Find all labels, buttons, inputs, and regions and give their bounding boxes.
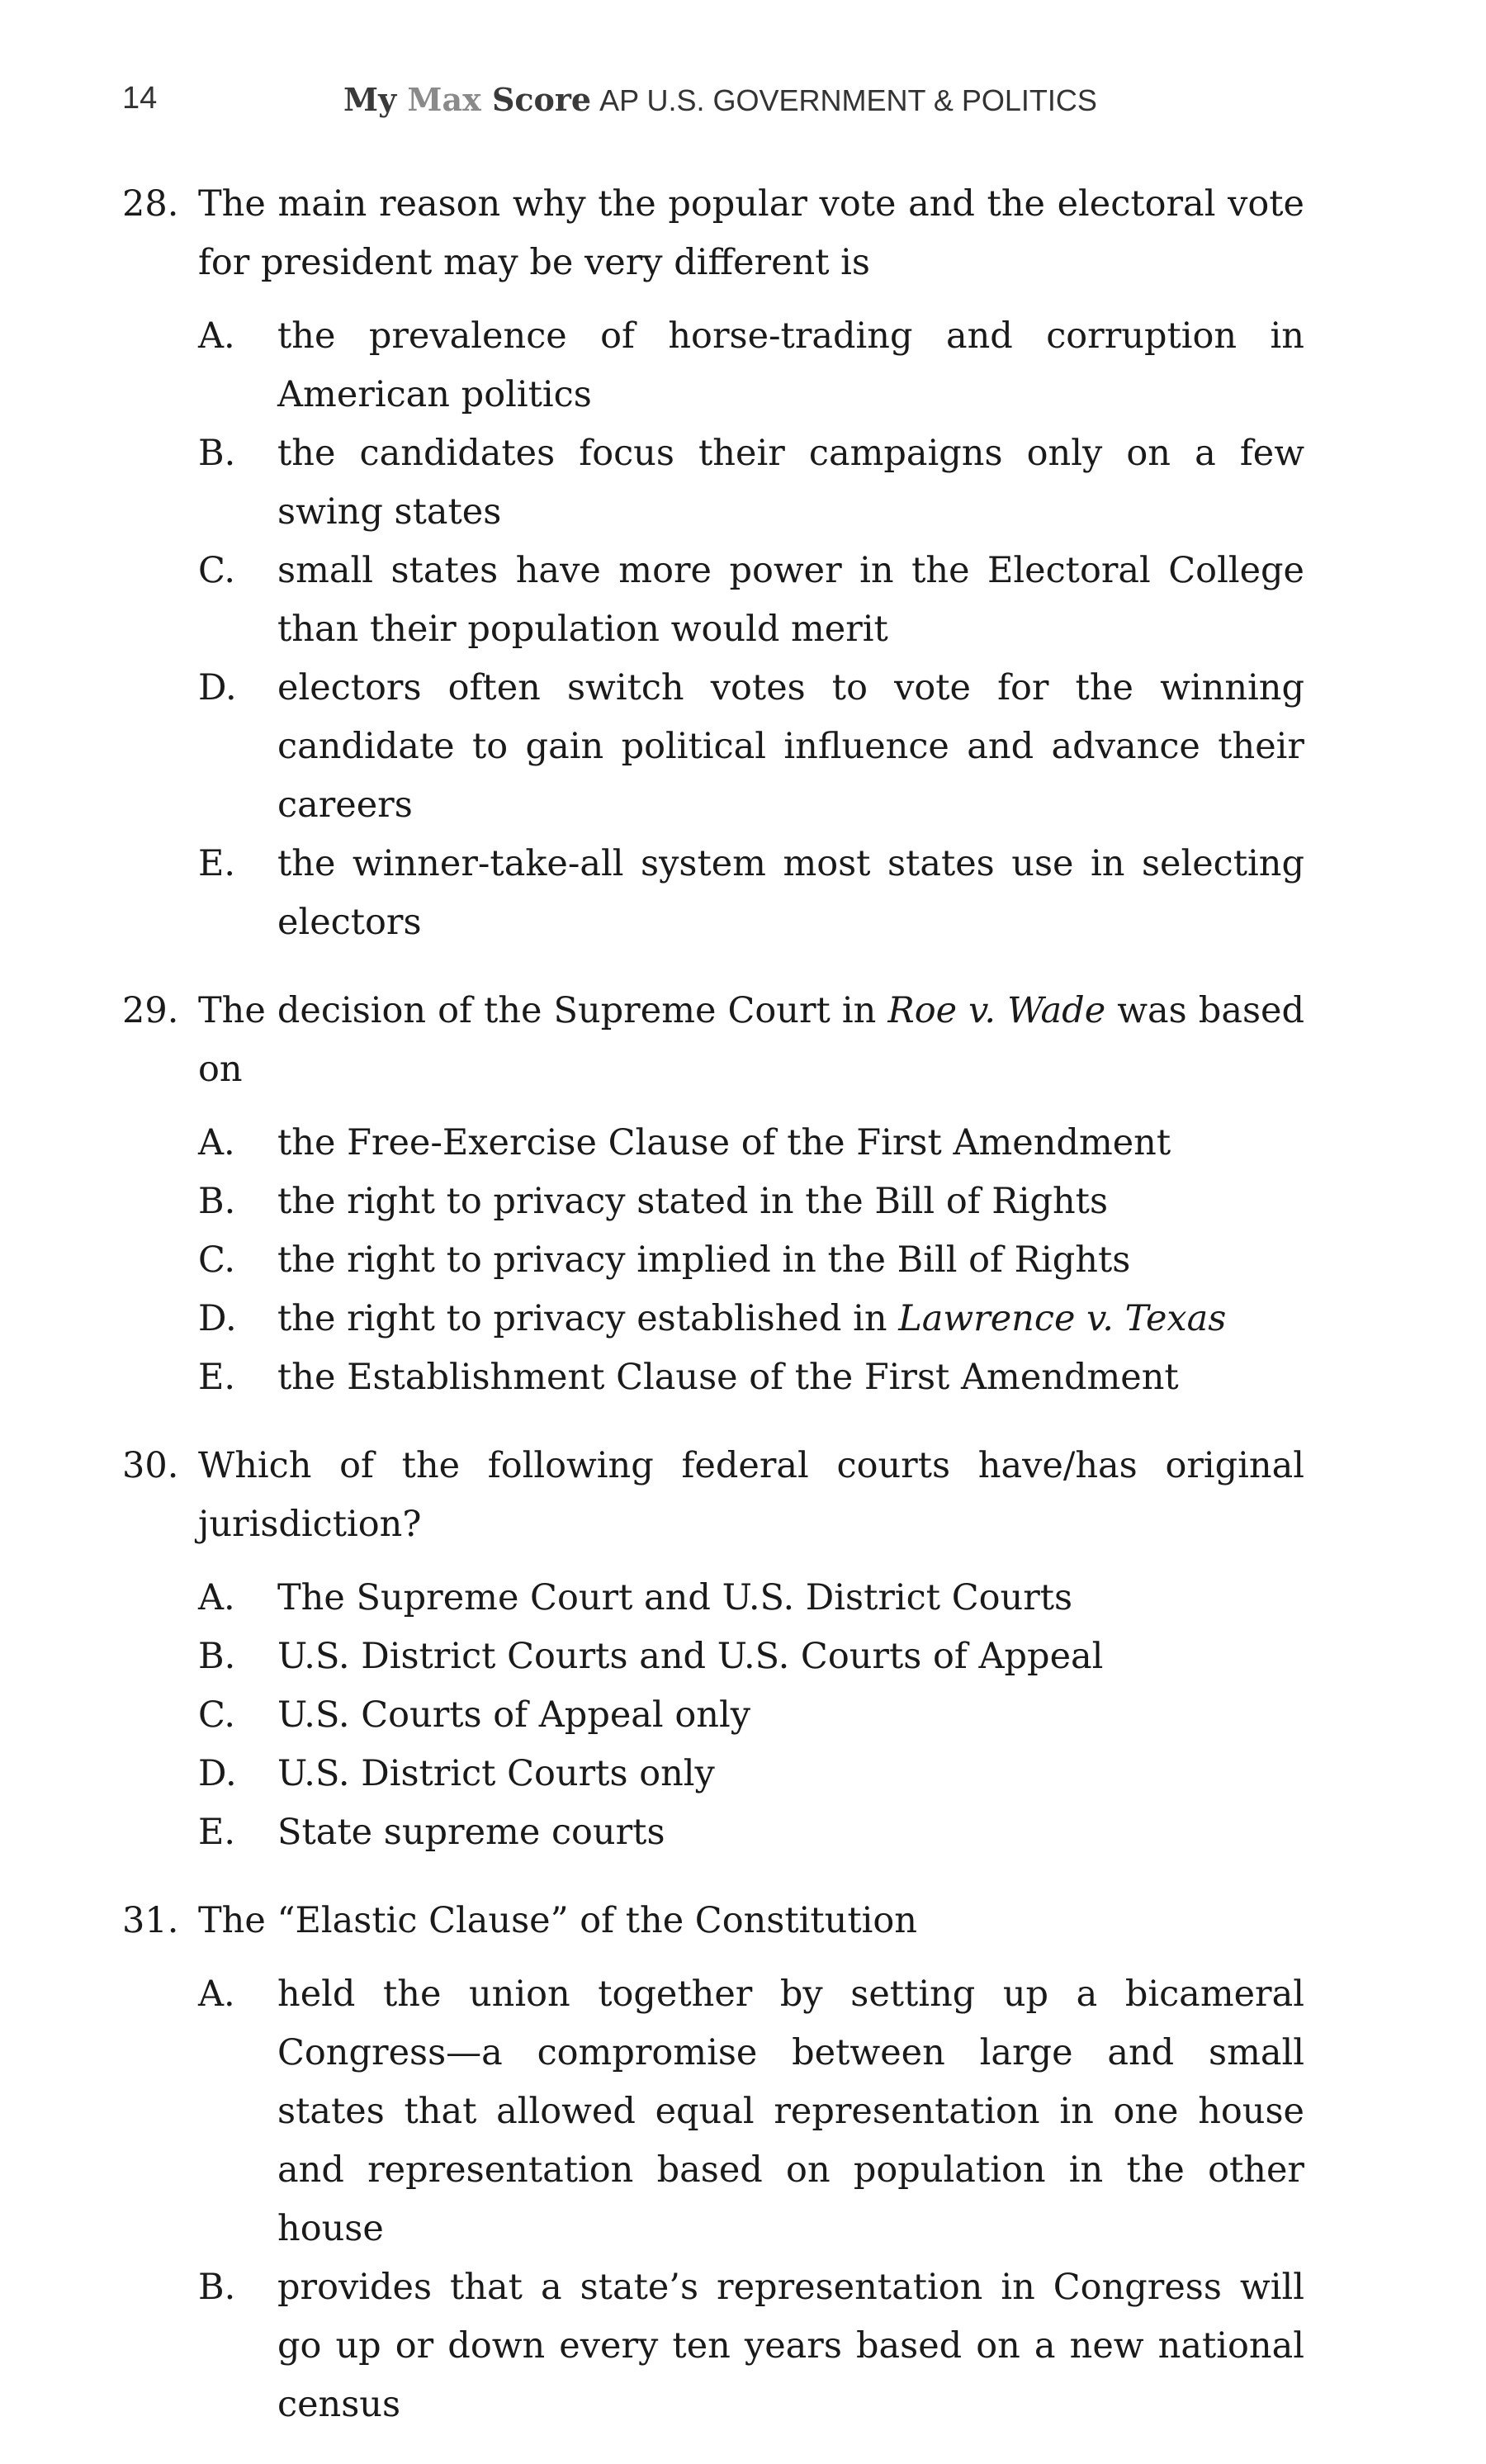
answer-option-e: E. the Establishment Clause of the First… [198,1348,1304,1407]
question-list: 28. The main reason why the popular vote… [122,175,1304,2464]
answer-option-a: A. the Free-Exercise Clause of the First… [198,1114,1304,1173]
option-letter: A. [198,1577,235,1618]
option-letter: D. [198,667,237,708]
page-number: 14 [122,81,158,116]
option-letter: E. [198,1812,236,1853]
option-text: the candidates focus their campaigns onl… [277,433,1304,533]
answer-option-d: D. the right to privacy established in L… [198,1290,1304,1348]
option-text: provides that a state’s representation i… [277,2267,1304,2425]
answer-options: A. the prevalence of horse-trading and c… [122,307,1304,952]
answer-options: A. The Supreme Court and U.S. District C… [122,1569,1304,1862]
answer-option-b: B. U.S. District Courts and U.S. Courts … [198,1628,1304,1686]
option-text: The Supreme Court and U.S. District Cour… [277,1577,1073,1618]
option-text: the winner-take-all system most states u… [277,843,1304,943]
option-text: small states have more power in the Elec… [277,550,1304,650]
answer-option-b: B. the right to privacy stated in the Bi… [198,1173,1304,1231]
question-text: Which of the following federal courts ha… [198,1445,1304,1545]
option-text: U.S. Courts of Appeal only [277,1694,750,1736]
question-31: 31. The “Elastic Clause” of the Constitu… [122,1892,1304,2434]
answer-option-e: E. State supreme courts [198,1803,1304,1862]
answer-option-c: C. U.S. Courts of Appeal only [198,1686,1304,1745]
answer-option-b: B. provides that a state’s representatio… [198,2258,1304,2434]
option-text: the right to privacy stated in the Bill … [277,1181,1109,1222]
option-letter: D. [198,1753,237,1794]
question-stem: 29. The decision of the Supreme Court in… [122,982,1304,1099]
answer-option-c: C. small states have more power in the E… [198,542,1304,659]
question-text: The main reason why the popular vote and… [198,183,1304,283]
question-number: 31. [122,1900,179,1941]
option-letter: E. [198,843,236,884]
document-page: 14 My Max Score AP U.S. GOVERNMENT & POLI… [0,0,1486,2425]
answer-options: A. held the union together by setting up… [122,1965,1304,2434]
book-title: AP U.S. GOVERNMENT & POLITICS [599,83,1097,117]
option-letter: A. [198,1122,235,1163]
option-text: U.S. District Courts only [277,1753,715,1794]
question-stem: 31. The “Elastic Clause” of the Constitu… [122,1892,1304,1950]
question-stem: 28. The main reason why the popular vote… [122,175,1304,292]
answer-option-a: A. the prevalence of horse-trading and c… [198,307,1304,424]
running-header: 14 My Max Score AP U.S. GOVERNMENT & POLI… [122,81,1294,130]
option-text: U.S. District Courts and U.S. Courts of … [277,1636,1104,1677]
option-text: held the union together by setting up a … [277,1974,1304,2249]
question-stem: 30. Which of the following federal court… [122,1437,1304,1554]
question-28: 28. The main reason why the popular vote… [122,175,1304,952]
option-letter: D. [198,1298,237,1339]
question-text: The “Elastic Clause” of the Constitution [198,1900,917,1941]
option-letter: C. [198,1239,236,1281]
answer-option-d: D. electors often switch votes to vote f… [198,659,1304,835]
option-text: the Free-Exercise Clause of the First Am… [277,1122,1171,1163]
option-letter: B. [198,2267,236,2308]
option-letter: B. [198,1636,236,1677]
answer-option-c: C. the right to privacy implied in the B… [198,1231,1304,1290]
running-title: My Max Score AP U.S. GOVERNMENT & POLITIC… [343,81,1097,118]
brand-logo: My Max Score [343,81,592,118]
option-text: the Establishment Clause of the First Am… [277,1357,1179,1398]
answer-option-b: B. the candidates focus their campaigns … [198,424,1304,542]
option-letter: A. [198,315,235,357]
option-letter: B. [198,433,236,474]
answer-option-d: D. U.S. District Courts only [198,1745,1304,1803]
question-number: 28. [122,183,179,225]
option-letter: E. [198,1357,236,1398]
option-text: the right to privacy established in Lawr… [277,1298,1227,1339]
answer-option-a: A. held the union together by setting up… [198,1965,1304,2258]
question-number: 29. [122,990,179,1031]
option-text: State supreme courts [277,1812,665,1853]
option-text: electors often switch votes to vote for … [277,667,1304,826]
question-29: 29. The decision of the Supreme Court in… [122,982,1304,1407]
option-letter: C. [198,550,236,591]
answer-option-a: A. The Supreme Court and U.S. District C… [198,1569,1304,1628]
case-name: Roe v. Wade [887,990,1106,1031]
option-letter: C. [198,1694,236,1736]
answer-options: A. the Free-Exercise Clause of the First… [122,1114,1304,1407]
option-letter: B. [198,1181,236,1222]
question-number: 30. [122,1445,179,1486]
option-text: the prevalence of horse-trading and corr… [277,315,1304,415]
option-letter: A. [198,1974,235,2015]
case-name: Lawrence v. Texas [898,1298,1227,1339]
answer-option-e: E. the winner-take-all system most state… [198,835,1304,952]
question-30: 30. Which of the following federal court… [122,1437,1304,1862]
question-text: The decision of the Supreme Court in Roe… [198,990,1304,1090]
option-text: the right to privacy implied in the Bill… [277,1239,1131,1281]
